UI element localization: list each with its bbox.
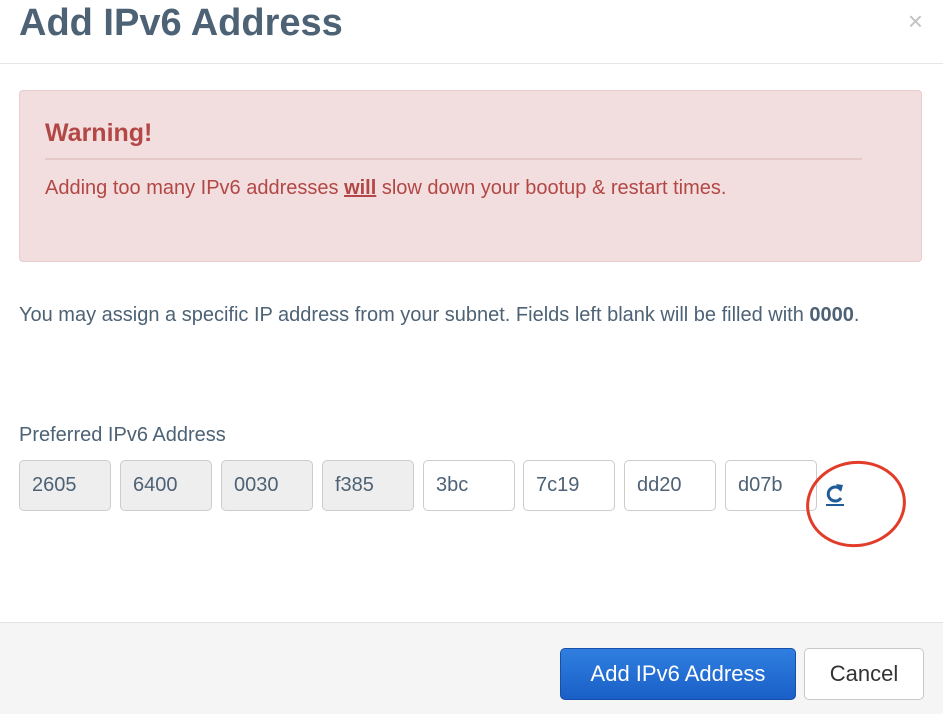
- ipv6-segment-3: [221, 460, 313, 511]
- add-ipv6-address-button[interactable]: Add IPv6 Address: [560, 648, 796, 700]
- ipv6-segment-7[interactable]: [624, 460, 716, 511]
- cancel-button[interactable]: Cancel: [804, 648, 924, 700]
- close-icon[interactable]: ×: [908, 8, 923, 34]
- ipv6-field-label: Preferred IPv6 Address: [19, 424, 226, 446]
- info-text: You may assign a specific IP address fro…: [19, 298, 929, 333]
- warning-text-before: Adding too many IPv6 addresses: [45, 177, 345, 199]
- info-text-bold: 0000: [809, 304, 854, 326]
- info-text-after: .: [853, 304, 860, 326]
- warning-text-emphasis: will: [344, 177, 377, 199]
- warning-text: Adding too many IPv6 addresses will slow…: [45, 171, 855, 206]
- warning-title: Warning!: [45, 119, 153, 147]
- ipv6-segment-5[interactable]: [423, 460, 515, 511]
- ipv6-segment-6[interactable]: [523, 460, 615, 511]
- modal-footer: Add IPv6 Address Cancel: [0, 622, 943, 714]
- annotation-circle: [800, 454, 912, 554]
- ipv6-segment-4: [322, 460, 414, 511]
- ipv6-segment-1: [19, 460, 111, 511]
- ipv6-segment-2: [120, 460, 212, 511]
- info-text-before: You may assign a specific IP address fro…: [19, 304, 810, 326]
- ipv6-segment-8[interactable]: [725, 460, 817, 511]
- modal-title: Add IPv6 Address: [19, 2, 343, 44]
- warning-alert: Warning! Adding too many IPv6 addresses …: [19, 90, 922, 262]
- modal-header: Add IPv6 Address ×: [0, 0, 943, 64]
- warning-divider: [45, 158, 862, 160]
- warning-text-after: slow down your bootup & restart times.: [376, 177, 727, 199]
